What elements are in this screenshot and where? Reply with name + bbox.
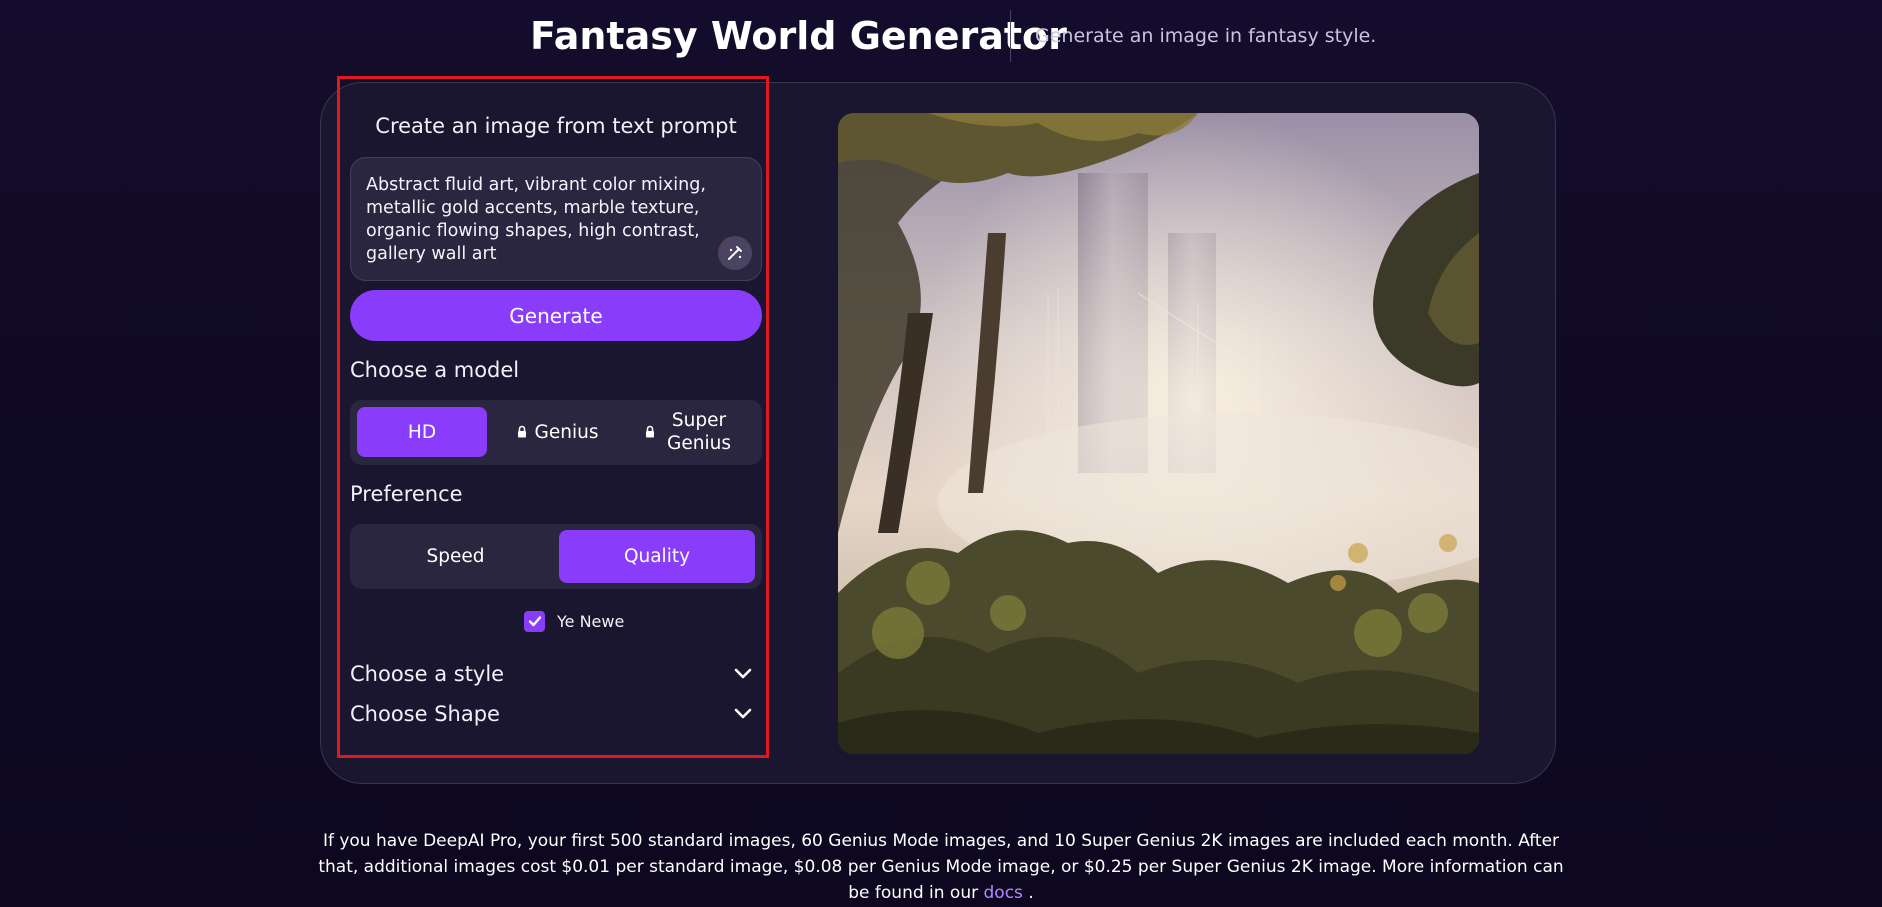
page-header: Fantasy World Generator Generate an imag…	[0, 0, 1882, 72]
page-subtitle: Generate an image in fantasy style.	[1035, 25, 1377, 47]
footer-paragraph: If you have DeepAI Pro, your first 500 s…	[316, 828, 1566, 906]
page-title: Fantasy World Generator	[530, 14, 1067, 58]
footer-end: .	[1028, 883, 1034, 903]
footer-text: If you have DeepAI Pro, your first 500 s…	[318, 831, 1564, 903]
generated-image[interactable]	[838, 113, 1479, 754]
docs-link[interactable]: docs	[984, 883, 1023, 903]
header-divider	[1010, 10, 1011, 62]
highlight-outline	[337, 76, 769, 758]
fantasy-forest-image	[838, 113, 1479, 754]
footer-note: If you have DeepAI Pro, your first 500 s…	[0, 828, 1882, 906]
